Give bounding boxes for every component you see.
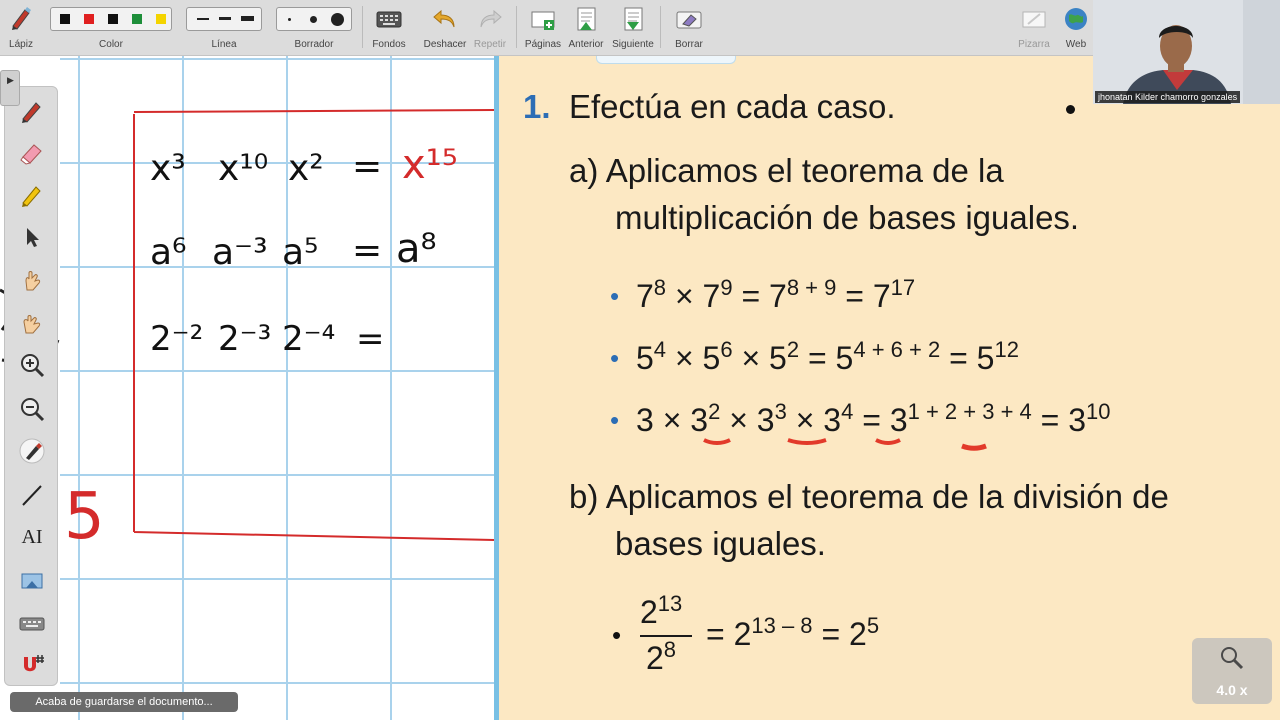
- undo-label: Deshacer: [423, 39, 467, 50]
- clear-label: Borrar: [675, 39, 703, 50]
- whiteboard-label: Pizarra: [1018, 39, 1050, 50]
- zoom-widget[interactable]: 4.0 x: [1192, 638, 1272, 704]
- eraser-small[interactable]: [288, 18, 291, 21]
- clear-button[interactable]: Borrar: [666, 0, 712, 56]
- app-root: Lápiz Color Línea Borrador Fondos Deshac…: [0, 0, 1280, 720]
- highlighter-eraser-icon[interactable]: [18, 139, 46, 167]
- equation-1: 78 × 79 = 78 + 9 = 717: [636, 275, 916, 315]
- keyboard-icon[interactable]: [18, 609, 46, 637]
- pages-button[interactable]: Páginas: [520, 0, 566, 56]
- eraser-large[interactable]: [331, 13, 344, 26]
- marker-icon[interactable]: [18, 181, 46, 209]
- redo-button[interactable]: Repetir: [470, 0, 510, 56]
- pages-label: Páginas: [524, 39, 562, 50]
- fraction-result: = 213 – 8 = 25: [706, 613, 880, 653]
- magnet-icon[interactable]: [18, 651, 46, 679]
- web-button[interactable]: Web: [1058, 0, 1094, 56]
- part-b-line1: b) Aplicamos el teorema de la división d…: [569, 478, 1169, 515]
- annotation-dot: [1066, 105, 1075, 114]
- hand-pan-icon[interactable]: [18, 267, 46, 295]
- part-a-line2: multiplicación de bases iguales.: [615, 199, 1080, 236]
- fraction-denominator: 28: [646, 637, 677, 677]
- redo-label: Repetir: [473, 39, 507, 50]
- triangle-icon: ▶: [7, 75, 14, 85]
- pencil-icon: [12, 7, 31, 30]
- participant-name: jhonatan Kilder chamorro gonzales: [1095, 91, 1241, 103]
- swatch-yellow[interactable]: [156, 14, 166, 24]
- pencil-label: Lápiz: [9, 39, 33, 50]
- palette-collapse-handle[interactable]: ▶: [0, 70, 20, 106]
- add-page-icon: [531, 11, 555, 30]
- participant-video: [1093, 0, 1280, 104]
- pencil-tool[interactable]: Lápiz: [0, 0, 42, 56]
- next-page-icon: [624, 7, 643, 31]
- whiteboard-button[interactable]: Pizarra: [1012, 0, 1056, 56]
- keyboard-background-icon: [376, 11, 402, 28]
- part-a-line1: a) Aplicamos el teorema de la: [569, 152, 1004, 189]
- bullet-3: •: [610, 405, 620, 435]
- toolbar-divider-2: [516, 6, 517, 48]
- color-swatch-box: [50, 7, 172, 31]
- toolbar-divider: [362, 6, 363, 48]
- save-status-toast: Acaba de guardarse el documento...: [10, 692, 238, 712]
- hand-grab-icon[interactable]: [18, 309, 46, 337]
- swatch-green[interactable]: [132, 14, 142, 24]
- screen-capture-icon[interactable]: [18, 567, 46, 595]
- eraser-size-box: [276, 7, 352, 31]
- line-thin[interactable]: [197, 18, 209, 20]
- tool-palette: AI: [4, 86, 58, 686]
- bullet-4: •: [612, 620, 622, 650]
- exercise-title: Efectúa en cada caso.: [569, 88, 896, 125]
- undo-button[interactable]: Deshacer: [420, 0, 470, 56]
- equation-2: 54 × 56 × 52 = 54 + 6 + 2 = 512: [636, 337, 1019, 377]
- eraser-label: Borrador: [294, 39, 334, 50]
- backgrounds-label: Fondos: [372, 39, 406, 50]
- previous-page-button[interactable]: Anterior: [566, 0, 606, 56]
- zoom-out-icon[interactable]: [18, 395, 46, 423]
- swatch-black[interactable]: [60, 14, 70, 24]
- exercise-number: 1.: [523, 88, 551, 125]
- line-thick[interactable]: [241, 16, 254, 21]
- dropper-icon[interactable]: [18, 437, 46, 465]
- equation-3: 3 × 32 × 33 × 34 = 31 + 2 + 3 + 4 = 310: [636, 399, 1111, 439]
- globe-icon: [1065, 8, 1087, 30]
- previous-label: Anterior: [568, 39, 604, 50]
- whiteboard-grid[interactable]: [60, 56, 496, 720]
- web-label: Web: [1065, 39, 1087, 50]
- redo-icon: [480, 9, 502, 28]
- part-b-line2: bases iguales.: [615, 525, 826, 562]
- line-medium[interactable]: [219, 17, 231, 20]
- eraser-medium[interactable]: [310, 16, 317, 23]
- clear-board-icon: [676, 11, 702, 29]
- fraction: 213 28: [640, 591, 694, 684]
- magnifier-icon: [1221, 647, 1244, 670]
- page-top-tab: [596, 56, 736, 64]
- zoom-level: 4.0 x: [1216, 682, 1248, 698]
- swatch-red[interactable]: [84, 14, 94, 24]
- pointer-icon[interactable]: [18, 223, 46, 251]
- next-label: Siguiente: [612, 39, 654, 50]
- undo-icon: [433, 9, 455, 28]
- color-label: Color: [99, 39, 123, 50]
- line-icon[interactable]: [18, 481, 46, 509]
- whiteboard-icon: [1022, 11, 1046, 28]
- top-toolbar: Lápiz Color Línea Borrador Fondos Deshac…: [0, 0, 1280, 56]
- webcam-feed: jhonatan Kilder chamorro gonzales: [1093, 0, 1280, 104]
- pen-icon[interactable]: [18, 97, 46, 125]
- swatch-black-2[interactable]: [108, 14, 118, 24]
- previous-page-icon: [577, 7, 596, 31]
- eraser-tool[interactable]: Borrador: [274, 0, 354, 56]
- toolbar-divider-3: [660, 6, 661, 48]
- line-label: Línea: [211, 39, 237, 50]
- text-tool-icon[interactable]: AI: [18, 523, 46, 551]
- zoom-in-icon[interactable]: [18, 351, 46, 379]
- line-width-box: [186, 7, 262, 31]
- next-page-button[interactable]: Siguiente: [610, 0, 656, 56]
- bullet-1: •: [610, 281, 620, 311]
- bullet-2: •: [610, 343, 620, 373]
- fraction-numerator: 213: [640, 591, 683, 631]
- line-tool[interactable]: Línea: [184, 0, 264, 56]
- color-tool[interactable]: Color: [48, 0, 174, 56]
- backgrounds-button[interactable]: Fondos: [366, 0, 412, 56]
